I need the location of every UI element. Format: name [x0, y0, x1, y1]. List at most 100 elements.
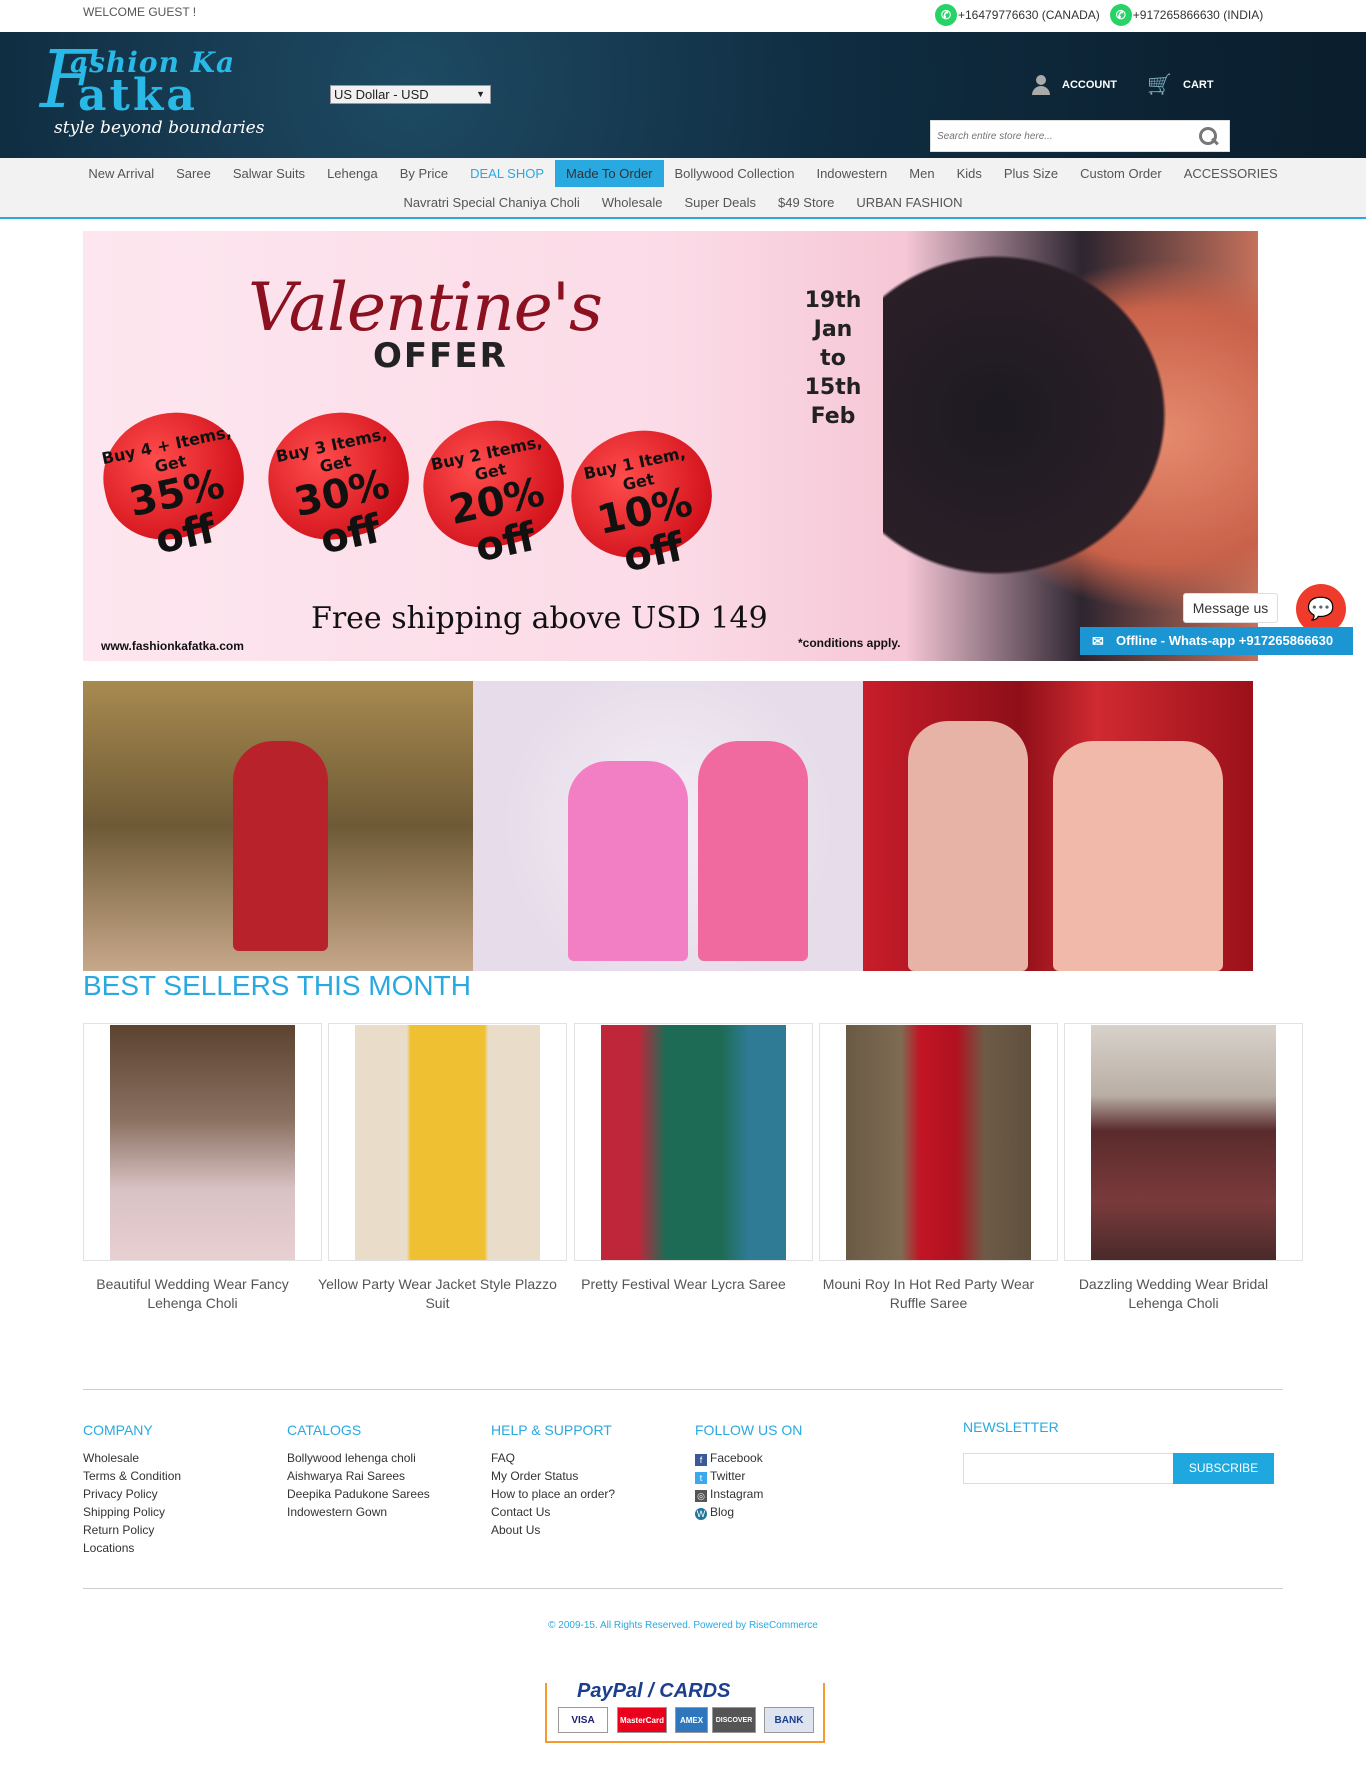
conditions-text: *conditions apply.: [798, 636, 901, 650]
chat-message-bubble[interactable]: Message us: [1183, 593, 1278, 623]
promo-kids-image[interactable]: [473, 681, 863, 971]
product-name[interactable]: Pretty Festival Wear Lycra Saree: [564, 1275, 803, 1294]
nav-saree[interactable]: Saree: [165, 160, 222, 187]
nav-super-deals[interactable]: Super Deals: [673, 189, 767, 216]
date-end: 15th Feb: [804, 375, 862, 429]
footer-link[interactable]: Contact Us: [491, 1503, 615, 1521]
payment-title: PayPal / CARDS: [573, 1680, 735, 1703]
offer-heart-35: Buy 4 + Items, Get 35% off: [91, 399, 255, 563]
nav-indowestern[interactable]: Indowestern: [805, 160, 898, 187]
nav-new-arrival[interactable]: New Arrival: [77, 160, 165, 187]
footer-link[interactable]: How to place an order?: [491, 1485, 615, 1503]
nav-made-to-order[interactable]: Made To Order: [555, 160, 664, 187]
promo-men-image[interactable]: [83, 681, 473, 971]
promo-women-image[interactable]: [863, 681, 1253, 971]
cart-link[interactable]: 🛒 CART: [1147, 74, 1214, 96]
footer-link[interactable]: My Order Status: [491, 1467, 615, 1485]
nav-plus-size[interactable]: Plus Size: [993, 160, 1069, 187]
product-image: [355, 1025, 540, 1260]
nav-accessories[interactable]: ACCESSORIES: [1173, 160, 1289, 187]
phone-canada-text: +16479776630 (CANADA): [958, 8, 1100, 22]
footer-link[interactable]: Return Policy: [83, 1521, 181, 1539]
nav-row-1: New Arrival Saree Salwar Suits Lehenga B…: [0, 160, 1366, 187]
footer-link[interactable]: FAQ: [491, 1449, 615, 1467]
blog-link[interactable]: Blog: [695, 1503, 802, 1521]
nav-deal-shop[interactable]: DEAL SHOP: [459, 160, 555, 187]
product-name[interactable]: Beautiful Wedding Wear Fancy Lehenga Cho…: [73, 1275, 312, 1313]
offer-heart-10: Buy 1 Item, Get 10% off: [559, 417, 723, 581]
phone-india[interactable]: ✆ +917265866630 (INDIA): [1109, 4, 1264, 26]
whatsapp-icon: ✆: [1109, 4, 1132, 26]
nav-wholesale[interactable]: Wholesale: [591, 189, 674, 216]
newsletter-title: NEWSLETTER: [963, 1419, 1059, 1435]
product-card[interactable]: [1064, 1023, 1303, 1261]
product-card[interactable]: [819, 1023, 1058, 1261]
nav-kids[interactable]: Kids: [946, 160, 993, 187]
nav-urban-fashion[interactable]: URBAN FASHION: [845, 189, 973, 216]
phone-india-text: +917265866630 (INDIA): [1132, 8, 1264, 22]
visa-icon: VISA: [558, 1707, 608, 1733]
newsletter-email-input[interactable]: [963, 1453, 1174, 1484]
nav-lehenga[interactable]: Lehenga: [316, 160, 389, 187]
twitter-link[interactable]: Twitter: [695, 1467, 802, 1485]
nav-by-price[interactable]: By Price: [389, 160, 459, 187]
banner-subtitle: OFFER: [373, 336, 508, 376]
footer-help: HELP & SUPPORT FAQ My Order Status How t…: [491, 1422, 615, 1539]
product-image: [846, 1025, 1031, 1260]
nav-men[interactable]: Men: [898, 160, 945, 187]
phone-canada[interactable]: ✆ +16479776630 (CANADA): [935, 4, 1100, 26]
footer-help-title: HELP & SUPPORT: [491, 1422, 612, 1438]
subscribe-button[interactable]: SUBSCRIBE: [1173, 1453, 1274, 1484]
footer-link[interactable]: Aishwarya Rai Sarees: [287, 1467, 430, 1485]
search-input[interactable]: [931, 121, 1181, 151]
whatsapp-icon: ✆: [935, 4, 957, 26]
footer-catalogs: CATALOGS Bollywood lehenga choli Aishwar…: [287, 1422, 430, 1521]
nav-bollywood-collection[interactable]: Bollywood Collection: [664, 160, 806, 187]
site-logo[interactable]: F ashion Ka atka style beyond boundaries: [40, 40, 280, 140]
promo-figure: [698, 741, 808, 961]
product-card[interactable]: [328, 1023, 567, 1261]
product-name[interactable]: Yellow Party Wear Jacket Style Plazzo Su…: [318, 1275, 557, 1313]
footer-company-title: COMPANY: [83, 1422, 153, 1438]
product-card[interactable]: [83, 1023, 322, 1261]
footer-link[interactable]: Indowestern Gown: [287, 1503, 430, 1521]
product-name[interactable]: Mouni Roy In Hot Red Party Wear Ruffle S…: [809, 1275, 1048, 1313]
mastercard-icon: MasterCard: [617, 1707, 667, 1733]
footer-catalogs-title: CATALOGS: [287, 1422, 362, 1438]
nav-49-store[interactable]: $49 Store: [767, 189, 845, 216]
banner-dates: 19th Jan to 15th Feb: [783, 286, 883, 431]
date-to: to: [820, 346, 846, 371]
nav-custom-order[interactable]: Custom Order: [1069, 160, 1173, 187]
offer-heart-20: Buy 2 Items, Get 20% off: [411, 407, 575, 571]
footer-link[interactable]: Wholesale: [83, 1449, 181, 1467]
offline-whatsapp-bar[interactable]: Offline - Whats-app +917265866630: [1080, 627, 1353, 655]
footer-link[interactable]: Privacy Policy: [83, 1485, 181, 1503]
cart-icon: 🛒: [1147, 74, 1172, 96]
footer-follow: FOLLOW US ON Facebook Twitter Instagram …: [695, 1422, 802, 1521]
cart-label: CART: [1183, 79, 1214, 91]
nav-navratri[interactable]: Navratri Special Chaniya Choli: [392, 189, 590, 216]
bank-icon: BANK: [764, 1707, 814, 1733]
footer-link[interactable]: About Us: [491, 1521, 615, 1539]
footer-link[interactable]: Locations: [83, 1539, 181, 1557]
footer-link[interactable]: Bollywood lehenga choli: [287, 1449, 430, 1467]
footer-divider: [83, 1389, 1283, 1390]
footer-link[interactable]: Shipping Policy: [83, 1503, 181, 1521]
product-image: [1091, 1025, 1276, 1260]
footer-link[interactable]: Terms & Condition: [83, 1467, 181, 1485]
facebook-link[interactable]: Facebook: [695, 1449, 802, 1467]
product-card[interactable]: [574, 1023, 813, 1261]
nav-salwar-suits[interactable]: Salwar Suits: [222, 160, 316, 187]
currency-select[interactable]: US Dollar - USD ▼: [330, 85, 491, 104]
instagram-link[interactable]: Instagram: [695, 1485, 802, 1503]
phone-numbers: ✆ +16479776630 (CANADA) ✆ +917265866630 (I…: [935, 4, 1269, 26]
banner-title: Valentine's: [248, 269, 603, 346]
footer-link[interactable]: Deepika Padukone Sarees: [287, 1485, 430, 1503]
account-link[interactable]: ACCOUNT: [1030, 74, 1117, 96]
product-name[interactable]: Dazzling Wedding Wear Bridal Lehenga Cho…: [1054, 1275, 1293, 1313]
free-shipping-text: Free shipping above USD 149: [311, 601, 768, 636]
search-icon[interactable]: [1199, 127, 1219, 147]
best-sellers-title: BEST SELLERS THIS MONTH: [83, 970, 471, 1001]
valentine-banner[interactable]: Valentine's OFFER 19th Jan to 15th Feb B…: [83, 231, 1258, 661]
nav-row-2: Navratri Special Chaniya Choli Wholesale…: [0, 189, 1366, 216]
